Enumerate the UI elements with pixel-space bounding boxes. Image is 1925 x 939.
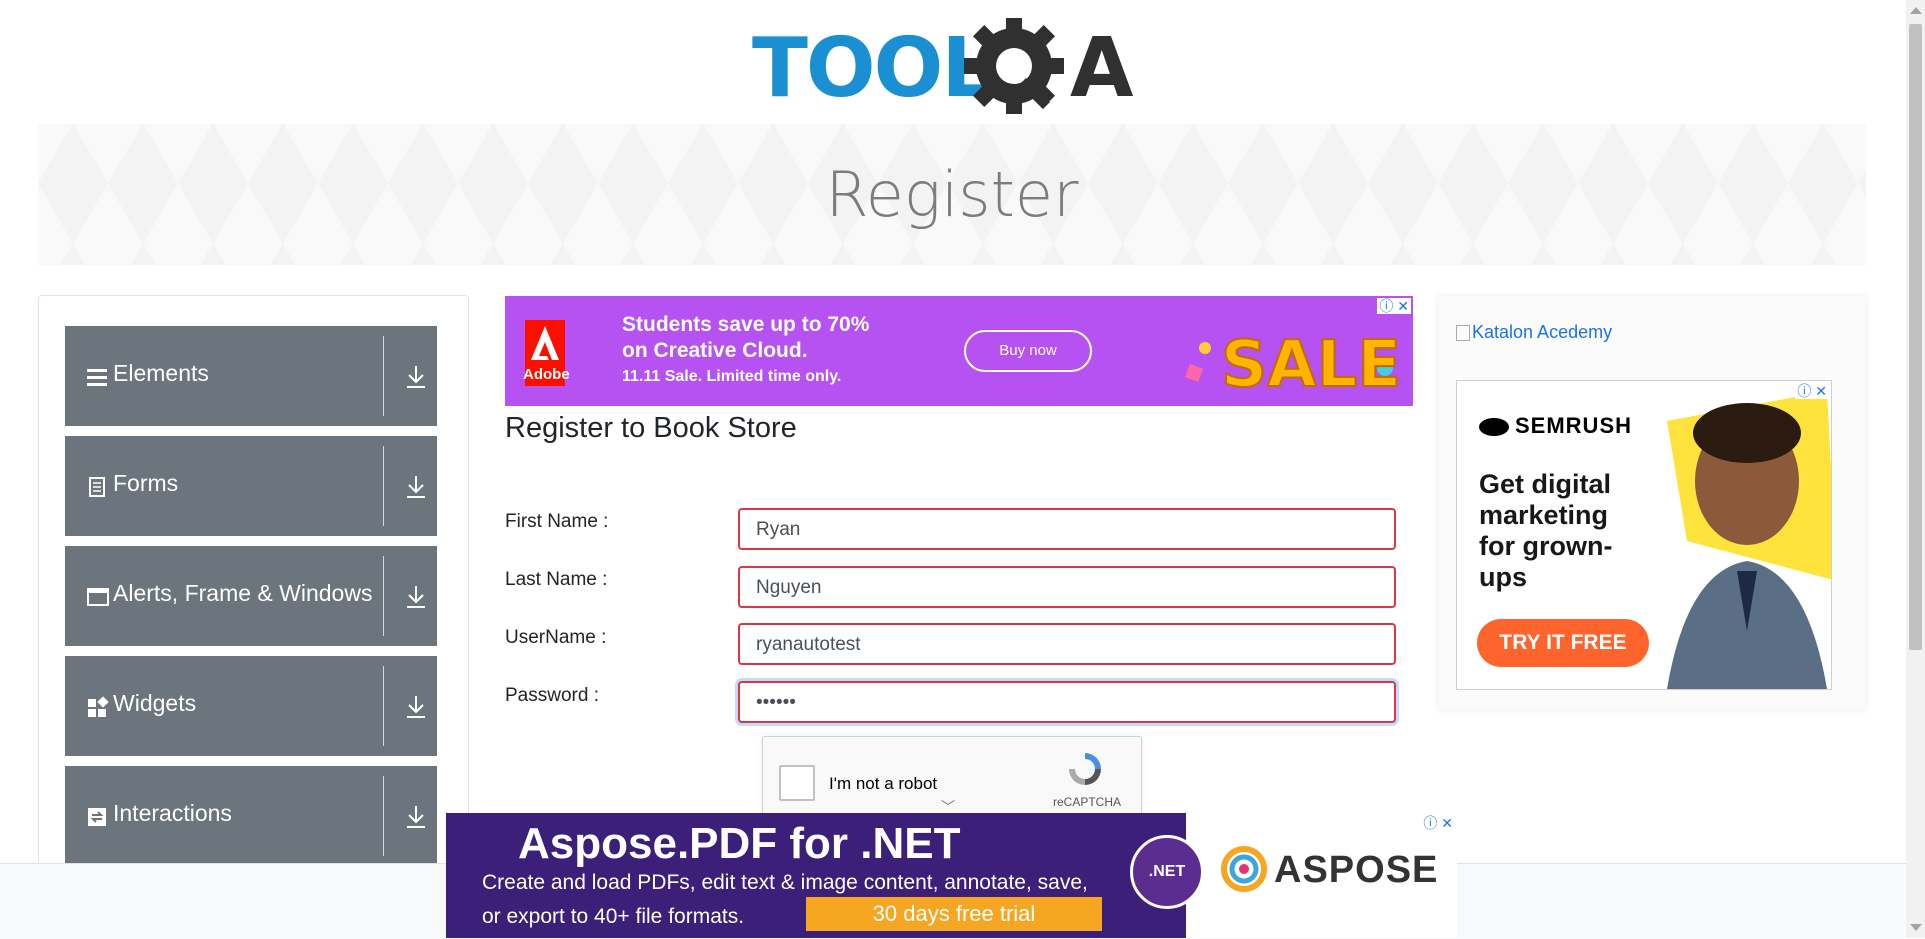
download-arrow-icon bbox=[405, 694, 427, 720]
ad-line-1: Students save up to 70% bbox=[622, 313, 870, 336]
sale-graphic: SALE bbox=[1185, 327, 1402, 400]
scroll-thumb[interactable] bbox=[1909, 24, 1922, 650]
semrush-logo-icon bbox=[1479, 418, 1509, 437]
ad-line-2: on Creative Cloud. bbox=[622, 339, 808, 362]
aspose-ad-banner[interactable]: Aspose.PDF for .NET Create and load PDFs… bbox=[446, 813, 1457, 938]
divider bbox=[383, 336, 384, 416]
aspose-logo-icon bbox=[1221, 846, 1267, 892]
katalon-alt-text: Katalon Acedemy bbox=[1472, 322, 1613, 342]
ad-close-icon[interactable]: ⓘ ✕ bbox=[1377, 298, 1411, 314]
child-photo bbox=[1667, 391, 1831, 689]
sidebar: Elements Forms Alerts, Frame & Windows W… bbox=[38, 295, 469, 936]
free-trial-button[interactable]: 30 days free trial bbox=[806, 897, 1102, 931]
username-label: UserName : bbox=[505, 627, 607, 648]
aspose-ad-desc-2: or export to 40+ file formats. bbox=[482, 905, 745, 928]
aspose-ad-title: Aspose.PDF for .NET bbox=[518, 819, 961, 868]
adobe-logo: Adobe bbox=[523, 320, 570, 386]
recaptcha-logo-icon bbox=[1069, 753, 1101, 785]
scroll-up-arrow[interactable] bbox=[1910, 7, 1922, 14]
adobe-ad-banner[interactable]: Adobe Students save up to 70% on Creativ… bbox=[505, 296, 1413, 406]
form-title: Register to Book Store bbox=[505, 412, 797, 444]
sidebar-group-label: Widgets bbox=[113, 690, 197, 716]
last-name-label: Last Name : bbox=[505, 569, 608, 590]
buy-now-button[interactable]: Buy now bbox=[964, 330, 1092, 372]
recaptcha-checkbox[interactable] bbox=[779, 765, 815, 801]
recaptcha-label: I'm not a robot bbox=[829, 774, 938, 793]
semrush-headline-line: Get digital bbox=[1479, 469, 1612, 499]
katalon-ad-link[interactable]: Katalon Acedemy bbox=[1456, 322, 1612, 343]
sidebar-group-widgets[interactable]: Widgets bbox=[65, 656, 437, 756]
first-name-label: First Name : bbox=[505, 511, 609, 532]
sidebar-group-label: Elements bbox=[113, 360, 209, 386]
divider bbox=[383, 666, 384, 746]
download-arrow-icon bbox=[405, 364, 427, 390]
divider bbox=[383, 446, 384, 526]
semrush-brand-text: SEMRUSH bbox=[1515, 413, 1633, 438]
aspose-brand: ASPOSE bbox=[1274, 849, 1439, 891]
sidebar-group-interactions[interactable]: Interactions bbox=[65, 766, 437, 866]
ad-close-icon[interactable]: ⓘ ✕ bbox=[1795, 383, 1829, 399]
recaptcha-brand: reCAPTCHA bbox=[1053, 795, 1122, 809]
hamburger-icon bbox=[87, 366, 109, 388]
download-arrow-icon bbox=[405, 474, 427, 500]
password-label: Password : bbox=[505, 685, 599, 706]
sidebar-group-elements[interactable]: Elements bbox=[65, 326, 437, 426]
semrush-headline: Get digital marketing for grown- ups bbox=[1479, 469, 1612, 593]
recaptcha-widget: I'm not a robot ﹀ reCAPTCHA bbox=[762, 736, 1142, 818]
sidebar-group-label: Alerts, Frame & Windows bbox=[113, 580, 373, 606]
adobe-brand: Adobe bbox=[523, 366, 570, 383]
download-arrow-icon bbox=[405, 804, 427, 830]
first-name-input[interactable]: Ryan bbox=[738, 508, 1396, 550]
document-icon bbox=[87, 476, 109, 498]
sidebar-group-forms[interactable]: Forms bbox=[65, 436, 437, 536]
sidebar-group-label: Interactions bbox=[113, 800, 232, 826]
widgets-icon bbox=[87, 696, 109, 718]
page-title: Register bbox=[825, 158, 1079, 231]
ad-headline: Students save up to 70% on Creative Clou… bbox=[622, 312, 869, 364]
semrush-headline-line: for grown- bbox=[1479, 531, 1613, 561]
scroll-down-arrow[interactable] bbox=[1910, 924, 1922, 931]
sidebar-group-alerts[interactable]: Alerts, Frame & Windows bbox=[65, 546, 437, 646]
semrush-headline-line: ups bbox=[1479, 562, 1528, 592]
gear-icon bbox=[964, 16, 1064, 116]
broken-image-icon bbox=[1456, 325, 1470, 342]
password-input[interactable]: •••••• bbox=[738, 681, 1396, 723]
download-arrow-icon bbox=[405, 584, 427, 610]
logo-a-text: A bbox=[1070, 21, 1134, 114]
sale-text: SALE bbox=[1221, 328, 1401, 400]
vertical-scrollbar[interactable] bbox=[1906, 0, 1925, 938]
toolsqa-logo[interactable]: TOOLS A bbox=[752, 16, 1157, 116]
sync-icon bbox=[87, 806, 109, 828]
page-banner: Register bbox=[38, 124, 1866, 265]
try-it-free-button[interactable]: TRY IT FREE bbox=[1477, 619, 1649, 667]
divider bbox=[383, 556, 384, 636]
sidebar-group-label: Forms bbox=[113, 470, 179, 496]
username-input[interactable]: ryanautotest bbox=[738, 623, 1396, 665]
ad-close-icon[interactable]: ⓘ ✕ bbox=[1421, 815, 1455, 831]
ad-line-3: 11.11 Sale. Limited time only. bbox=[622, 368, 842, 385]
semrush-headline-line: marketing bbox=[1479, 500, 1609, 530]
semrush-ad[interactable]: SEMRUSH Get digital marketing for grown-… bbox=[1456, 380, 1832, 690]
last-name-input[interactable]: Nguyen bbox=[738, 566, 1396, 608]
semrush-brand: SEMRUSH bbox=[1479, 413, 1632, 439]
toolsqa-logo-graphic: TOOLS A bbox=[752, 16, 1136, 116]
dotnet-logo: .NET bbox=[1130, 835, 1204, 909]
divider bbox=[383, 776, 384, 856]
right-ad-panel: Katalon Acedemy SEMRUSH Get digital mark… bbox=[1438, 296, 1866, 710]
aspose-ad-desc-1: Create and load PDFs, edit text & image … bbox=[482, 871, 1088, 894]
window-icon bbox=[87, 586, 109, 608]
